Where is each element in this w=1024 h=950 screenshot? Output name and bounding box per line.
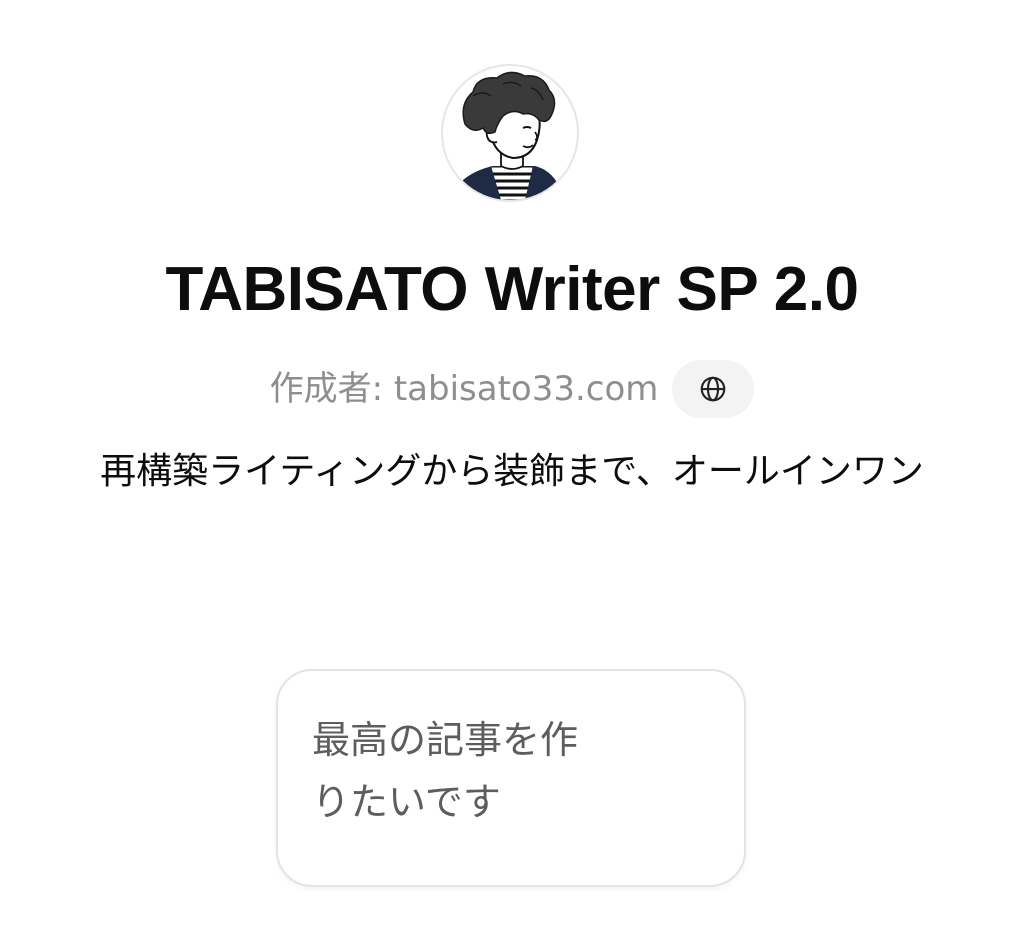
illustrated-man-portrait-icon (457, 71, 563, 200)
gpt-description: 再構築ライティングから装飾まで、オールインワン (100, 451, 924, 492)
author-credit: 作成者: tabisato33.com (269, 369, 659, 409)
website-link-button[interactable] (672, 360, 755, 418)
gpt-title: TABISATO Writer SP 2.0 (165, 255, 859, 324)
gpt-avatar (441, 64, 579, 202)
globe-icon (701, 376, 726, 402)
author-row: 作成者: tabisato33.com (0, 360, 1024, 418)
conversation-starter-text: 最高の記事を作りたいです (312, 718, 579, 824)
gpt-profile-page: TABISATO Writer SP 2.0 作成者: tabisato33.c… (0, 0, 1024, 950)
conversation-starter-card[interactable]: 最高の記事を作りたいです (276, 669, 746, 887)
